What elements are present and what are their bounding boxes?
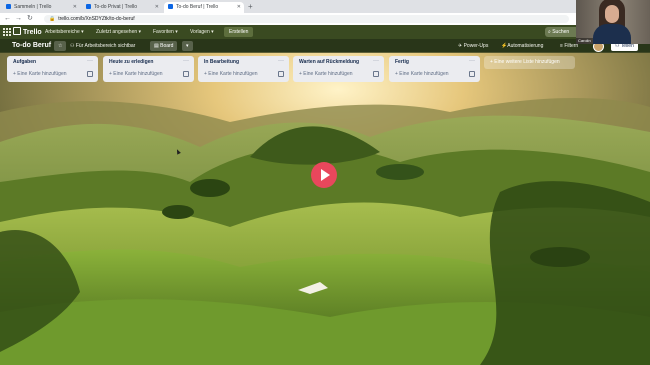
add-card-button[interactable]: + Eine Karte hinzufügen — [13, 70, 67, 78]
card-template-icon[interactable] — [87, 71, 93, 77]
card-template-icon[interactable] — [373, 71, 379, 77]
card-template-icon[interactable] — [278, 71, 284, 77]
list-title[interactable]: In Bearbeitung — [204, 58, 239, 66]
trello-favicon-icon — [86, 4, 91, 9]
automation-label: Automatisierung — [507, 43, 544, 49]
ellipsis-icon[interactable]: ··· — [278, 57, 284, 65]
tab-title: Sammeln | Trello — [14, 4, 52, 10]
ellipsis-icon[interactable]: ··· — [469, 57, 475, 65]
view-switch-chevron-icon[interactable]: ▾ — [182, 41, 193, 51]
browser-tab[interactable]: To-do Privat | Trello ✕ — [82, 2, 162, 13]
board-header: To-do Beruf ☆ ⚇ Für Arbeitsbereich sicht… — [0, 39, 650, 53]
menu-zuletzt-angesehen[interactable]: Zuletzt angesehen ▾ — [96, 27, 141, 37]
add-card-button[interactable]: + Eine Karte hinzufügen — [395, 70, 449, 78]
lock-icon: 🔒 — [49, 16, 56, 22]
menu-arbeitsbereiche[interactable]: Arbeitsbereiche ▾ — [45, 27, 84, 37]
add-list-button[interactable]: + Eine weitere Liste hinzufügen — [484, 56, 575, 69]
list-warten-auf-rueckmeldung[interactable]: Warten auf Rückmeldung ··· + Eine Karte … — [293, 56, 384, 82]
visibility-label: Für Arbeitsbereich sichtbar — [75, 43, 136, 49]
logo-text: Trello — [23, 29, 42, 36]
add-card-button[interactable]: + Eine Karte hinzufügen — [204, 70, 258, 78]
close-tab-icon[interactable]: ✕ — [237, 2, 241, 13]
menu-favoriten[interactable]: Favoriten ▾ — [153, 27, 178, 37]
power-ups-label: Power-Ups — [463, 43, 489, 49]
search-placeholder: Suchen — [552, 29, 570, 35]
browser-tab-strip: Sammeln | Trello ✕ To-do Privat | Trello… — [0, 0, 650, 13]
list-title[interactable]: Heute zu erledigen — [109, 58, 153, 66]
browser-tab[interactable]: Sammeln | Trello ✕ — [2, 2, 80, 13]
new-tab-button[interactable]: + — [248, 2, 253, 12]
list-title[interactable]: Aufgaben — [13, 58, 36, 66]
list-fertig[interactable]: Fertig ··· + Eine Karte hinzufügen — [389, 56, 480, 82]
board-view-button[interactable]: ▤ Board — [150, 41, 178, 51]
board-title[interactable]: To-do Beruf — [12, 40, 51, 52]
apps-grid-icon[interactable] — [3, 28, 11, 36]
ellipsis-icon[interactable]: ··· — [87, 57, 93, 65]
trello-favicon-icon — [168, 4, 173, 9]
url-text: trello.com/b/XnSDYZtk/to-do-beruf — [58, 16, 135, 22]
add-card-button[interactable]: + Eine Karte hinzufügen — [109, 70, 163, 78]
tab-title: To-do Beruf | Trello — [176, 4, 219, 10]
ellipsis-icon[interactable]: ··· — [373, 57, 379, 65]
list-heute-zu-erledigen[interactable]: Heute zu erledigen ··· + Eine Karte hinz… — [103, 56, 194, 82]
trello-header: Trello Arbeitsbereiche ▾ Zuletzt angeseh… — [0, 25, 650, 39]
forward-arrow-icon[interactable]: → — [15, 13, 22, 25]
list-aufgaben[interactable]: Aufgaben ··· + Eine Karte hinzufügen — [7, 56, 98, 82]
ellipsis-icon[interactable]: ··· — [183, 57, 189, 65]
view-label: Board — [160, 43, 174, 49]
reload-icon[interactable]: ↻ — [27, 13, 33, 25]
play-icon[interactable] — [311, 162, 337, 188]
trello-logo-icon — [13, 27, 21, 35]
back-arrow-icon[interactable]: ← — [4, 13, 11, 25]
trello-favicon-icon — [6, 4, 11, 9]
board-background — [0, 52, 650, 365]
card-template-icon[interactable] — [469, 71, 475, 77]
browser-tab-active[interactable]: To-do Beruf | Trello ✕ — [164, 2, 244, 13]
list-title[interactable]: Warten auf Rückmeldung — [299, 58, 359, 66]
star-icon: ☆ — [58, 43, 63, 49]
close-tab-icon[interactable]: ✕ — [73, 2, 77, 13]
list-title[interactable]: Fertig — [395, 58, 409, 66]
card-template-icon[interactable] — [183, 71, 189, 77]
tab-title: To-do Privat | Trello — [94, 4, 137, 10]
add-card-button[interactable]: + Eine Karte hinzufügen — [299, 70, 353, 78]
list-in-bearbeitung[interactable]: In Bearbeitung ··· + Eine Karte hinzufüg… — [198, 56, 289, 82]
create-button[interactable]: Erstellen — [224, 27, 254, 37]
star-button[interactable]: ☆ — [54, 41, 67, 51]
url-field[interactable]: 🔒 trello.com/b/XnSDYZtk/to-do-beruf — [44, 15, 569, 23]
power-ups-button[interactable]: ✈ Power-Ups — [458, 41, 488, 51]
close-tab-icon[interactable]: ✕ — [155, 2, 159, 13]
visibility-button[interactable]: ⚇ Für Arbeitsbereich sichtbar — [70, 41, 135, 51]
webcam-name-label: Carolin — [576, 38, 593, 44]
menu-vorlagen[interactable]: Vorlagen ▾ — [190, 27, 214, 37]
trello-logo[interactable]: Trello — [13, 27, 42, 38]
automation-button[interactable]: ⚡Automatisierung — [501, 41, 543, 51]
landscape-image — [0, 52, 650, 365]
